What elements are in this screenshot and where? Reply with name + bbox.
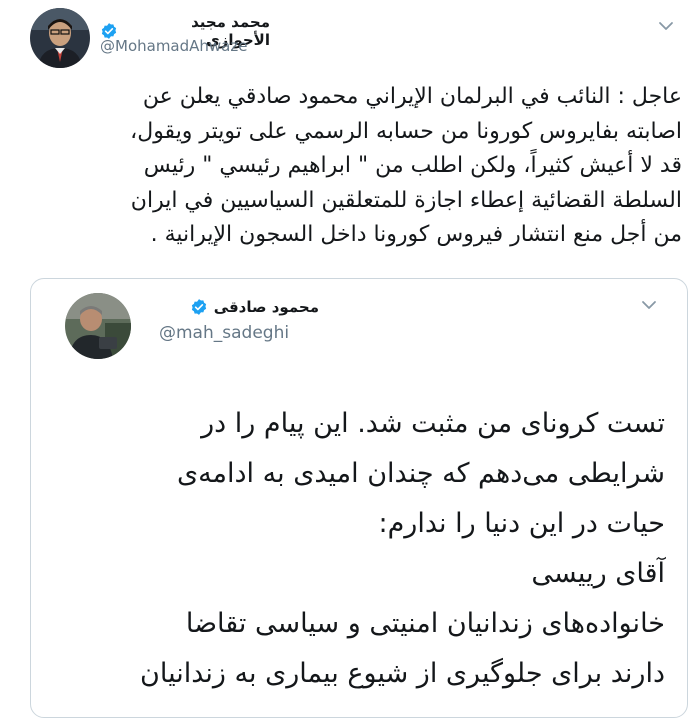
quoted-author-name[interactable]: محمود صادقی — [214, 298, 319, 316]
author-avatar[interactable] — [30, 8, 90, 68]
quoted-tweet-text: تست کرونای من مثبت شد. این پیام را در شر… — [140, 408, 665, 689]
tweet-text: عاجل : النائب في البرلمان الإيراني محمود… — [130, 84, 682, 247]
chevron-down-icon[interactable] — [639, 295, 659, 315]
chevron-down-icon[interactable] — [656, 16, 676, 36]
quoted-author-name-line: محمود صادقی — [159, 298, 319, 316]
quoted-author-avatar[interactable] — [65, 293, 131, 359]
author-handle[interactable]: @MohamadAhwaze — [100, 37, 247, 55]
verified-badge-icon — [190, 298, 208, 316]
quoted-author-handle[interactable]: @mah_sadeghi — [159, 323, 289, 343]
quoted-tweet-card[interactable]: محمود صادقی @mah_sadeghi تست کرونای من م… — [30, 278, 688, 718]
